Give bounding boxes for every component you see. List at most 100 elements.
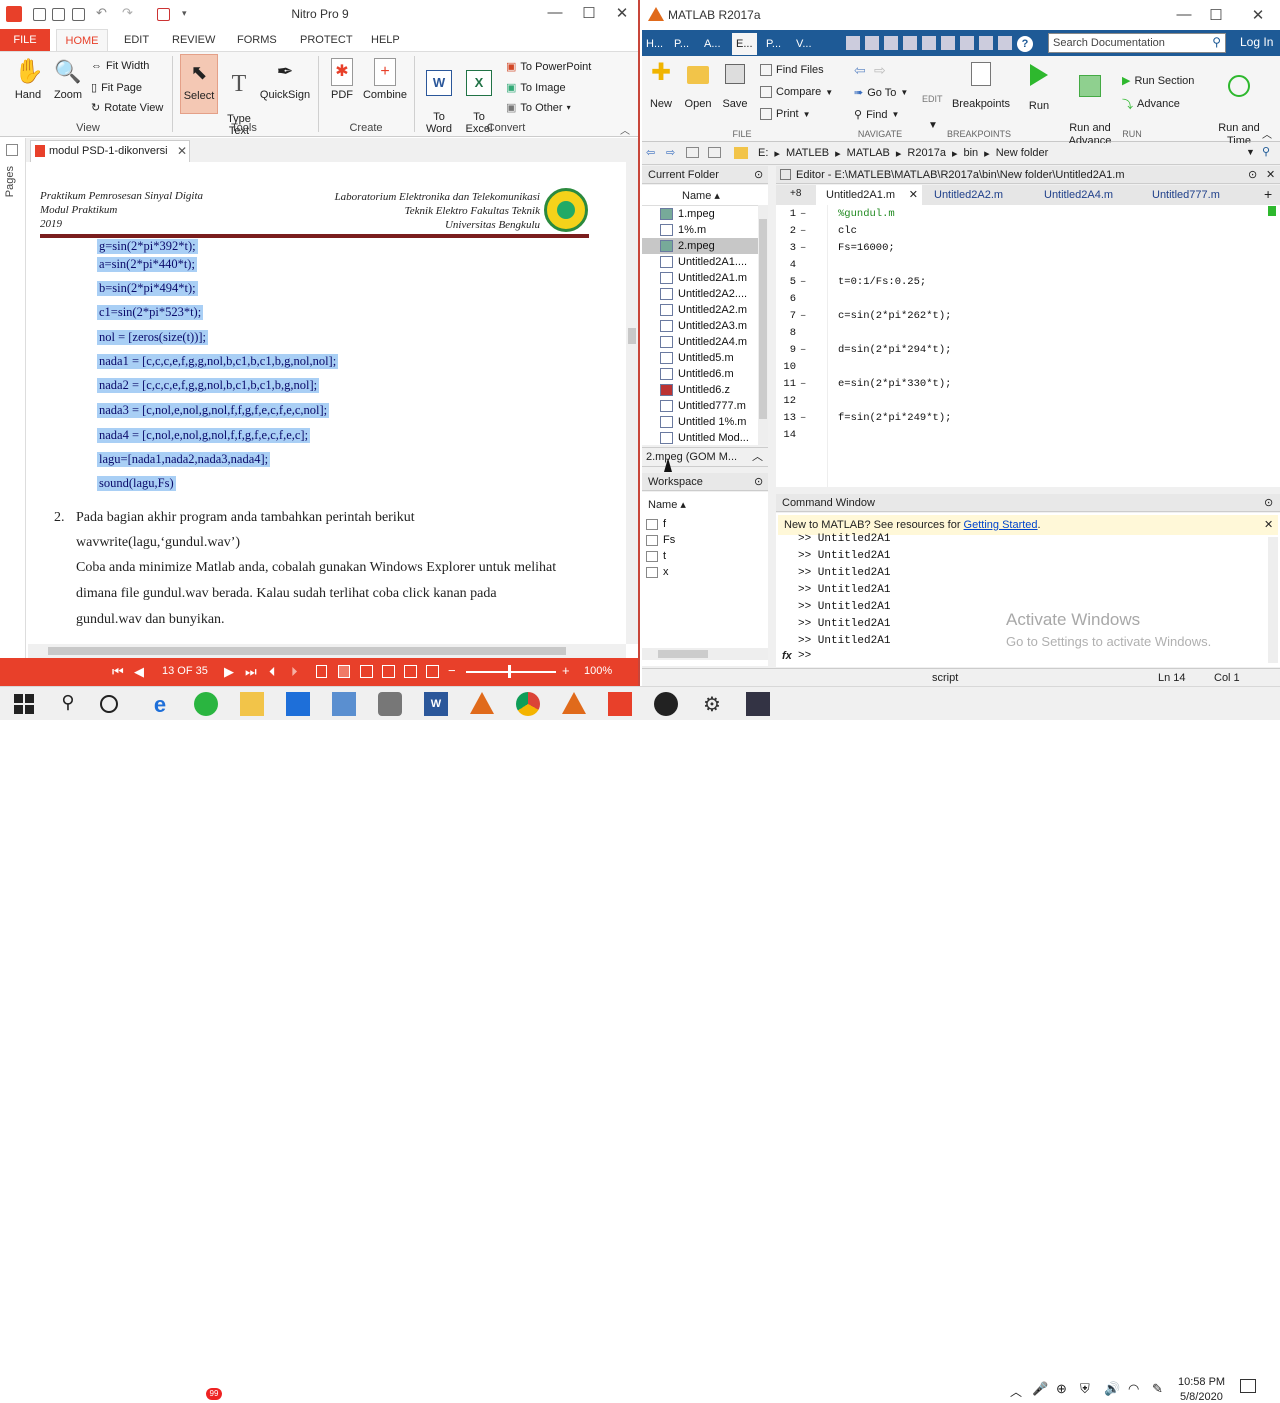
scroll-thumb[interactable]	[658, 650, 708, 658]
whatsapp-icon[interactable]	[194, 692, 218, 716]
breakpoint-marker[interactable]: –	[800, 276, 806, 288]
pages-tab[interactable]: Pages	[4, 166, 16, 197]
path-segment[interactable]: MATLEB	[786, 147, 829, 160]
compare-button[interactable]: Compare ▼	[760, 86, 833, 98]
clock-time[interactable]: 10:58 PM	[1178, 1376, 1225, 1388]
panel-menu-icon[interactable]: ⊙	[1248, 166, 1257, 184]
tab-home[interactable]: HOME	[56, 29, 108, 51]
breakpoint-marker[interactable]: –	[800, 208, 806, 220]
save-icon[interactable]	[865, 36, 879, 50]
details-bar[interactable]: 2.mpeg (GOM M... ︿	[642, 447, 768, 467]
horizontal-scrollbar[interactable]	[28, 644, 626, 658]
new-tab-icon[interactable]: +	[1264, 186, 1272, 202]
breakpoints-button[interactable]: Breakpoints	[950, 62, 1012, 111]
variable-row[interactable]: t	[646, 548, 666, 564]
breakpoint-marker[interactable]: –	[800, 310, 806, 322]
breakpoint-marker[interactable]: –	[800, 242, 806, 254]
horizontal-scrollbar[interactable]	[642, 648, 768, 660]
path-segment[interactable]: MATLAB	[847, 147, 890, 160]
maximize-button[interactable]: ☐	[574, 4, 604, 22]
edit-section-button[interactable]: EDIT	[922, 94, 943, 104]
scroll-thumb[interactable]	[628, 328, 636, 344]
find-files-button[interactable]: Find Files	[760, 64, 824, 76]
single-page-icon[interactable]	[316, 665, 327, 678]
help-icon[interactable]: ?	[1017, 36, 1033, 52]
run-and-time-button[interactable]: Run and Time	[1214, 62, 1264, 148]
up-folder-icon[interactable]	[686, 147, 699, 158]
tab-plots[interactable]: P...	[670, 33, 693, 55]
vpn-icon[interactable]: ⛨	[1080, 1381, 1090, 1397]
panel-menu-icon[interactable]: ⊙	[754, 473, 763, 491]
tab-apps[interactable]: A...	[700, 33, 725, 55]
variable-row[interactable]: Fs	[646, 532, 675, 548]
tab-protect[interactable]: PROTECT	[300, 29, 353, 51]
app-icon[interactable]	[746, 692, 770, 716]
first-page-icon[interactable]: ⏮	[112, 664, 124, 680]
volume-icon[interactable]: 🔊	[1104, 1381, 1120, 1397]
close-tab-icon[interactable]: ✕	[177, 141, 187, 161]
page-indicator[interactable]: 13 OF 35	[162, 665, 208, 677]
wifi-icon[interactable]: ◠	[1128, 1381, 1139, 1397]
path-segment[interactable]: E:	[758, 147, 768, 160]
combine-button[interactable]: + Combine	[362, 58, 408, 101]
start-windows-icon[interactable]	[12, 692, 36, 716]
fx-icon[interactable]: fx	[782, 650, 792, 662]
next-page-icon[interactable]: ▶	[224, 664, 234, 680]
new-button[interactable]: ✚ New	[646, 61, 676, 111]
settings-icon[interactable]: ⚙	[700, 692, 724, 716]
variable-row[interactable]: f	[646, 516, 666, 532]
paste-icon[interactable]	[922, 36, 936, 50]
path-segment[interactable]: bin	[963, 147, 978, 160]
go-to-button[interactable]: ➠ Go To ▼	[854, 86, 908, 100]
edge-icon[interactable]: e	[148, 692, 172, 717]
minimize-button[interactable]: —	[540, 4, 570, 21]
redo-icon[interactable]	[960, 36, 974, 50]
save-button[interactable]: Save	[720, 62, 750, 111]
search-documentation-input[interactable]: Search Documentation ⚲	[1048, 33, 1226, 53]
code-line[interactable]: f=sin(2*pi*249*t);	[838, 412, 951, 424]
close-button[interactable]: ✕	[607, 4, 637, 22]
clock-date[interactable]: 5/8/2020	[1180, 1391, 1223, 1403]
zoom-out-icon[interactable]: −	[448, 663, 456, 678]
open-button[interactable]: Open	[682, 62, 714, 111]
pages-panel-icon[interactable]	[6, 144, 18, 156]
facing-icon[interactable]	[360, 665, 373, 678]
tray-chevron-icon[interactable]: ︿	[1010, 1383, 1022, 1400]
prev-page-icon[interactable]: ◀	[134, 664, 144, 680]
last-page-icon[interactable]: ⏭	[245, 664, 257, 680]
code-line[interactable]: %gundul.m	[838, 208, 895, 220]
tab-home[interactable]: H...	[642, 33, 667, 55]
close-tab-icon[interactable]: ✕	[909, 185, 918, 205]
select-button[interactable]: ⬉ Select	[180, 54, 218, 114]
code-line[interactable]: t=0:1/Fs:0.25;	[838, 276, 926, 288]
undo-icon[interactable]	[941, 36, 955, 50]
to-image-button[interactable]: ▣ To Image	[506, 81, 566, 95]
cortana-icon[interactable]	[100, 695, 118, 713]
forward-icon[interactable]: ⇨	[874, 62, 886, 79]
network-icon[interactable]: ⊕	[1056, 1381, 1067, 1397]
collapse-ribbon-icon[interactable]: ︿	[1262, 126, 1272, 141]
tab-forms[interactable]: FORMS	[237, 29, 277, 51]
editor-tab[interactable]: Untitled2A4.m	[1038, 185, 1144, 205]
edit-expand-icon[interactable]: ▼	[928, 120, 938, 131]
search-icon[interactable]: ⚲	[1262, 145, 1270, 158]
close-button[interactable]: ✕	[1243, 6, 1273, 24]
tab-help[interactable]: HELP	[371, 29, 400, 51]
tab-view[interactable]: V...	[792, 33, 816, 55]
breakpoint-marker[interactable]: –	[800, 412, 806, 424]
fit-width-button[interactable]: ⇔ Fit Width	[91, 60, 149, 72]
zoom-slider[interactable]	[466, 671, 556, 673]
tab-edit[interactable]: EDIT	[124, 29, 149, 51]
find-button[interactable]: ⚲ Find ▼	[854, 108, 899, 122]
code-line[interactable]: clc	[838, 225, 857, 237]
minimize-button[interactable]: —	[1169, 6, 1199, 23]
collapse-ribbon-icon[interactable]: ︿	[620, 122, 630, 137]
browse-folder-icon[interactable]	[708, 147, 721, 158]
word-icon[interactable]: W	[424, 692, 448, 716]
back-icon[interactable]: ⇦	[854, 62, 866, 79]
chrome-icon[interactable]	[516, 692, 540, 716]
zoom-in-icon[interactable]: +	[562, 663, 570, 678]
variable-row[interactable]: x	[646, 564, 669, 580]
tab-file[interactable]: FILE	[0, 29, 50, 51]
matlab-active-icon[interactable]	[562, 692, 586, 714]
